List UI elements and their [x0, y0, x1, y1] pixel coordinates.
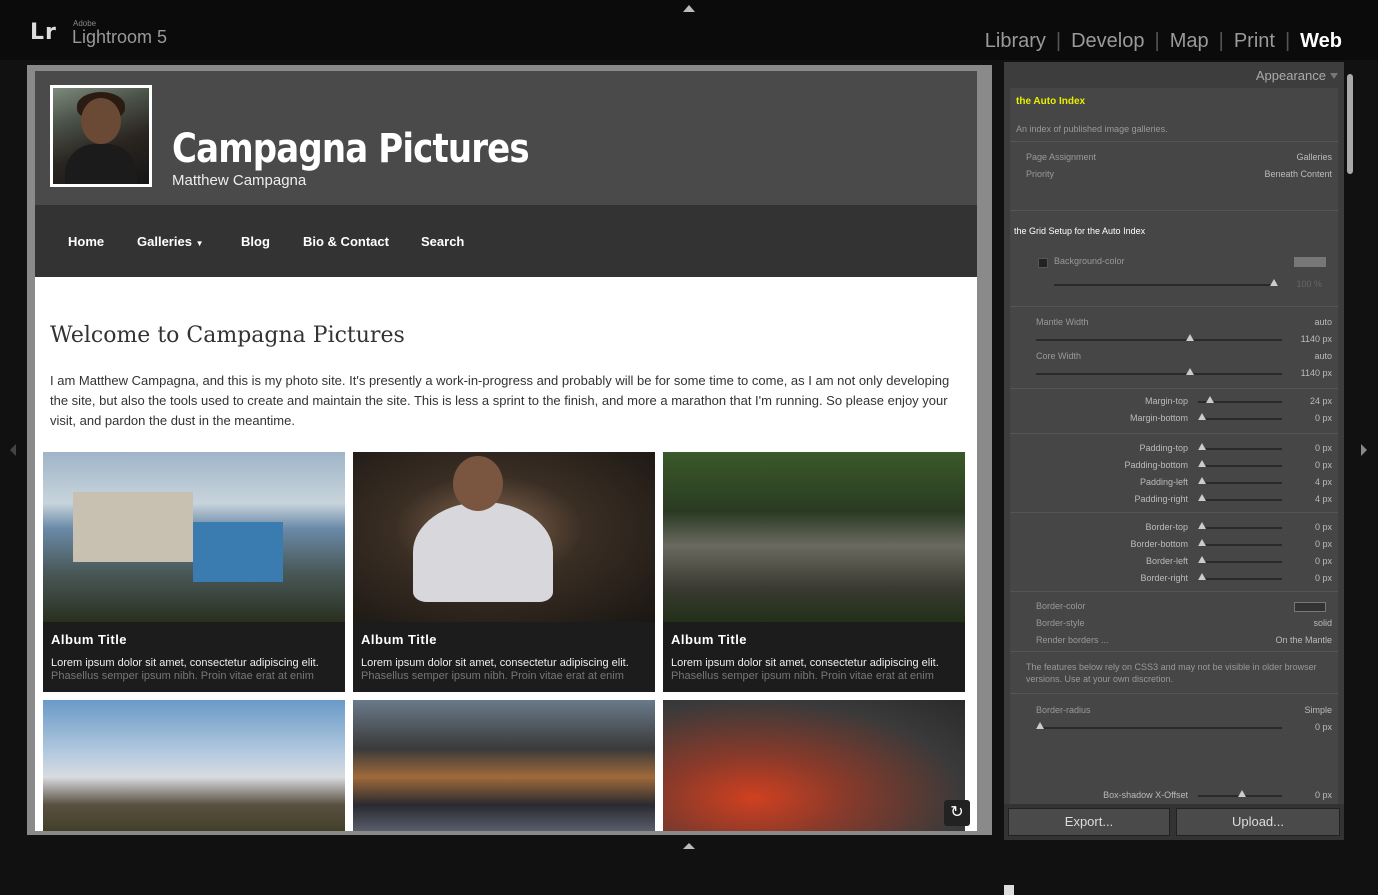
album-card[interactable]: Album Title Lorem ipsum dolor sit amet, c… — [353, 452, 655, 692]
core-width-mode[interactable]: auto — [1314, 351, 1332, 361]
album-card[interactable] — [663, 700, 965, 831]
album-text-faded: Phasellus semper ipsum nibh. Proin vitae… — [51, 670, 314, 682]
module-develop[interactable]: Develop — [1067, 30, 1148, 53]
chevron-down-icon: ▼ — [195, 239, 204, 248]
module-print[interactable]: Print — [1230, 30, 1279, 53]
album-card[interactable] — [43, 700, 345, 831]
album-text: Lorem ipsum dolor sit amet, consectetur … — [51, 657, 319, 669]
priority-select[interactable]: Beneath Content — [1264, 169, 1332, 179]
module-web[interactable]: Web — [1296, 30, 1346, 53]
album-title: Album Title — [671, 632, 748, 647]
refresh-icon[interactable]: ↻ — [944, 800, 970, 826]
module-picker: Library | Develop | Map | Print | Web — [981, 30, 1346, 53]
album-image — [663, 700, 965, 831]
top-panel-toggle-icon[interactable] — [683, 5, 695, 12]
app-name: Lightroom 5 — [72, 27, 168, 47]
nav-galleries[interactable]: Galleries ▼ — [137, 234, 203, 249]
border-left-slider[interactable] — [1198, 556, 1282, 563]
intro-text: I am Matthew Campagna, and this is my ph… — [50, 373, 950, 428]
padding-bottom-slider[interactable] — [1198, 460, 1282, 467]
album-card[interactable] — [353, 700, 655, 831]
upload-button[interactable]: Upload... — [1176, 808, 1340, 836]
page-assignment-select[interactable]: Galleries — [1296, 152, 1332, 162]
album-text: Lorem ipsum dolor sit amet, consectetur … — [361, 657, 629, 669]
scroll-down-button[interactable] — [1004, 885, 1014, 895]
module-map[interactable]: Map — [1166, 30, 1213, 53]
album-image — [353, 700, 655, 831]
bg-opacity-slider[interactable] — [1054, 279, 1278, 286]
box-shadow-slider[interactable] — [1198, 790, 1282, 797]
bg-color-swatch[interactable] — [1294, 257, 1326, 267]
site-header: Campagna Pictures Matthew Campagna — [35, 71, 977, 205]
right-panel-toggle-icon[interactable] — [1361, 444, 1367, 456]
avatar — [50, 85, 152, 187]
lightroom-logo: Lr — [30, 20, 57, 45]
album-title: Album Title — [361, 632, 438, 647]
render-borders-select[interactable]: On the Mantle — [1275, 635, 1332, 645]
css3-note: The features below rely on CSS3 and may … — [1026, 662, 1317, 684]
appearance-panel: Appearance the Auto Index An index of pu… — [1004, 62, 1344, 804]
album-image — [663, 452, 965, 622]
border-radius-slider[interactable] — [1036, 722, 1282, 729]
top-bar: Lr Adobe Lightroom 5 Library | Develop |… — [0, 0, 1378, 60]
album-image — [43, 700, 345, 831]
padding-left-slider[interactable] — [1198, 477, 1282, 484]
site-nav: Home Galleries ▼ Blog Bio & Contact Sear… — [35, 205, 977, 277]
bg-color-checkbox[interactable] — [1038, 258, 1048, 268]
border-color-swatch[interactable] — [1294, 602, 1326, 612]
filmstrip-toggle-icon[interactable] — [683, 843, 695, 849]
panel-scrollbar[interactable] — [1347, 74, 1353, 174]
panel-header[interactable]: Appearance — [1256, 68, 1326, 83]
export-button[interactable]: Export... — [1008, 808, 1170, 836]
web-preview: Campagna Pictures Matthew Campagna Home … — [27, 65, 1014, 895]
nav-blog[interactable]: Blog — [241, 234, 270, 249]
padding-top-slider[interactable] — [1198, 443, 1282, 450]
margin-top-slider[interactable] — [1198, 396, 1282, 403]
site-title: Campagna Pictures — [172, 126, 530, 172]
section-title: the Auto Index — [1016, 96, 1086, 107]
module-library[interactable]: Library — [981, 30, 1050, 53]
album-text: Lorem ipsum dolor sit amet, consectetur … — [671, 657, 939, 669]
grid-setup-title: the Grid Setup for the Auto Index — [1014, 226, 1146, 236]
core-width-slider[interactable] — [1036, 368, 1282, 375]
export-bar: Export... Upload... — [1004, 804, 1344, 840]
border-radius-mode[interactable]: Simple — [1304, 705, 1332, 715]
gallery-grid: Album Title Lorem ipsum dolor sit amet, c… — [43, 452, 969, 831]
border-style-select[interactable]: solid — [1313, 618, 1332, 628]
site-subtitle: Matthew Campagna — [172, 172, 307, 189]
border-right-slider[interactable] — [1198, 573, 1282, 580]
album-card[interactable]: Album Title Lorem ipsum dolor sit amet, c… — [43, 452, 345, 692]
section-desc: An index of published image galleries. — [1016, 124, 1168, 134]
mantle-width-mode[interactable]: auto — [1314, 317, 1332, 327]
album-card[interactable]: Album Title Lorem ipsum dolor sit amet, c… — [663, 452, 965, 692]
margin-bottom-slider[interactable] — [1198, 413, 1282, 420]
padding-right-slider[interactable] — [1198, 494, 1282, 501]
collapse-icon[interactable] — [1330, 73, 1338, 79]
left-panel-toggle-icon[interactable] — [10, 444, 16, 456]
border-top-slider[interactable] — [1198, 522, 1282, 529]
album-title: Album Title — [51, 632, 128, 647]
album-text-faded: Phasellus semper ipsum nibh. Proin vitae… — [361, 670, 624, 682]
page-title: Welcome to Campagna Pictures — [50, 323, 405, 348]
nav-search[interactable]: Search — [421, 234, 464, 249]
album-image — [43, 452, 345, 622]
nav-bio-contact[interactable]: Bio & Contact — [303, 234, 389, 249]
album-text-faded: Phasellus semper ipsum nibh. Proin vitae… — [671, 670, 934, 682]
album-image — [353, 452, 655, 622]
border-bottom-slider[interactable] — [1198, 539, 1282, 546]
mantle-width-slider[interactable] — [1036, 334, 1282, 341]
nav-home[interactable]: Home — [68, 234, 104, 249]
site-preview: Campagna Pictures Matthew Campagna Home … — [35, 71, 977, 831]
panel-body: the Auto Index An index of published ima… — [1010, 88, 1338, 804]
